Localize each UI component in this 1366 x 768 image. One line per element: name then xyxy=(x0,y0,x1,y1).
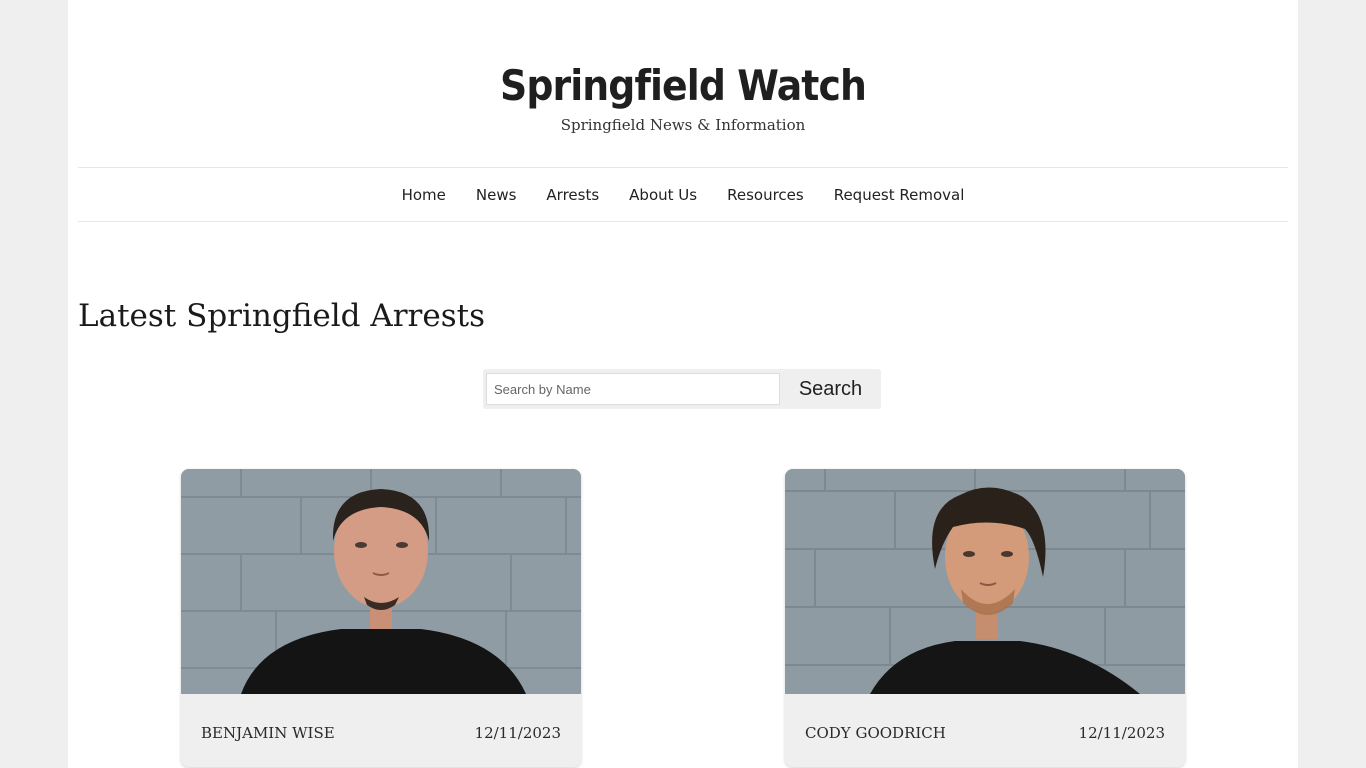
nav-item-resources[interactable]: Resources xyxy=(712,186,819,204)
nav-item-about-us[interactable]: About Us xyxy=(614,186,712,204)
arrestee-name: CODY GOODRICH xyxy=(805,724,946,742)
arrest-date: 12/11/2023 xyxy=(1078,724,1165,742)
mugshot-photo xyxy=(181,469,581,694)
mugshot-photo xyxy=(785,469,1185,694)
main-nav: Home News Arrests About Us Resources Req… xyxy=(78,167,1288,222)
arrest-card[interactable]: CODY GOODRICH 12/11/2023 xyxy=(785,469,1185,767)
nav-item-arrests[interactable]: Arrests xyxy=(531,186,614,204)
page-title: Latest Springfield Arrests xyxy=(78,298,485,334)
page-container: Springfield Watch Springfield News & Inf… xyxy=(68,0,1298,768)
arrestee-name: BENJAMIN WISE xyxy=(201,724,335,742)
search-button[interactable]: Search xyxy=(780,369,881,409)
nav-item-news[interactable]: News xyxy=(461,186,532,204)
arrest-date: 12/11/2023 xyxy=(474,724,561,742)
site-title[interactable]: Springfield Watch xyxy=(130,58,1237,114)
arrest-card-footer: CODY GOODRICH 12/11/2023 xyxy=(805,724,1165,742)
search-input[interactable] xyxy=(486,373,780,405)
arrest-card[interactable]: BENJAMIN WISE 12/11/2023 xyxy=(181,469,581,767)
search-form: Search xyxy=(483,369,881,409)
arrest-card-footer: BENJAMIN WISE 12/11/2023 xyxy=(201,724,561,742)
nav-item-home[interactable]: Home xyxy=(387,186,461,204)
nav-item-request-removal[interactable]: Request Removal xyxy=(819,186,980,204)
site-tagline: Springfield News & Information xyxy=(560,116,806,134)
